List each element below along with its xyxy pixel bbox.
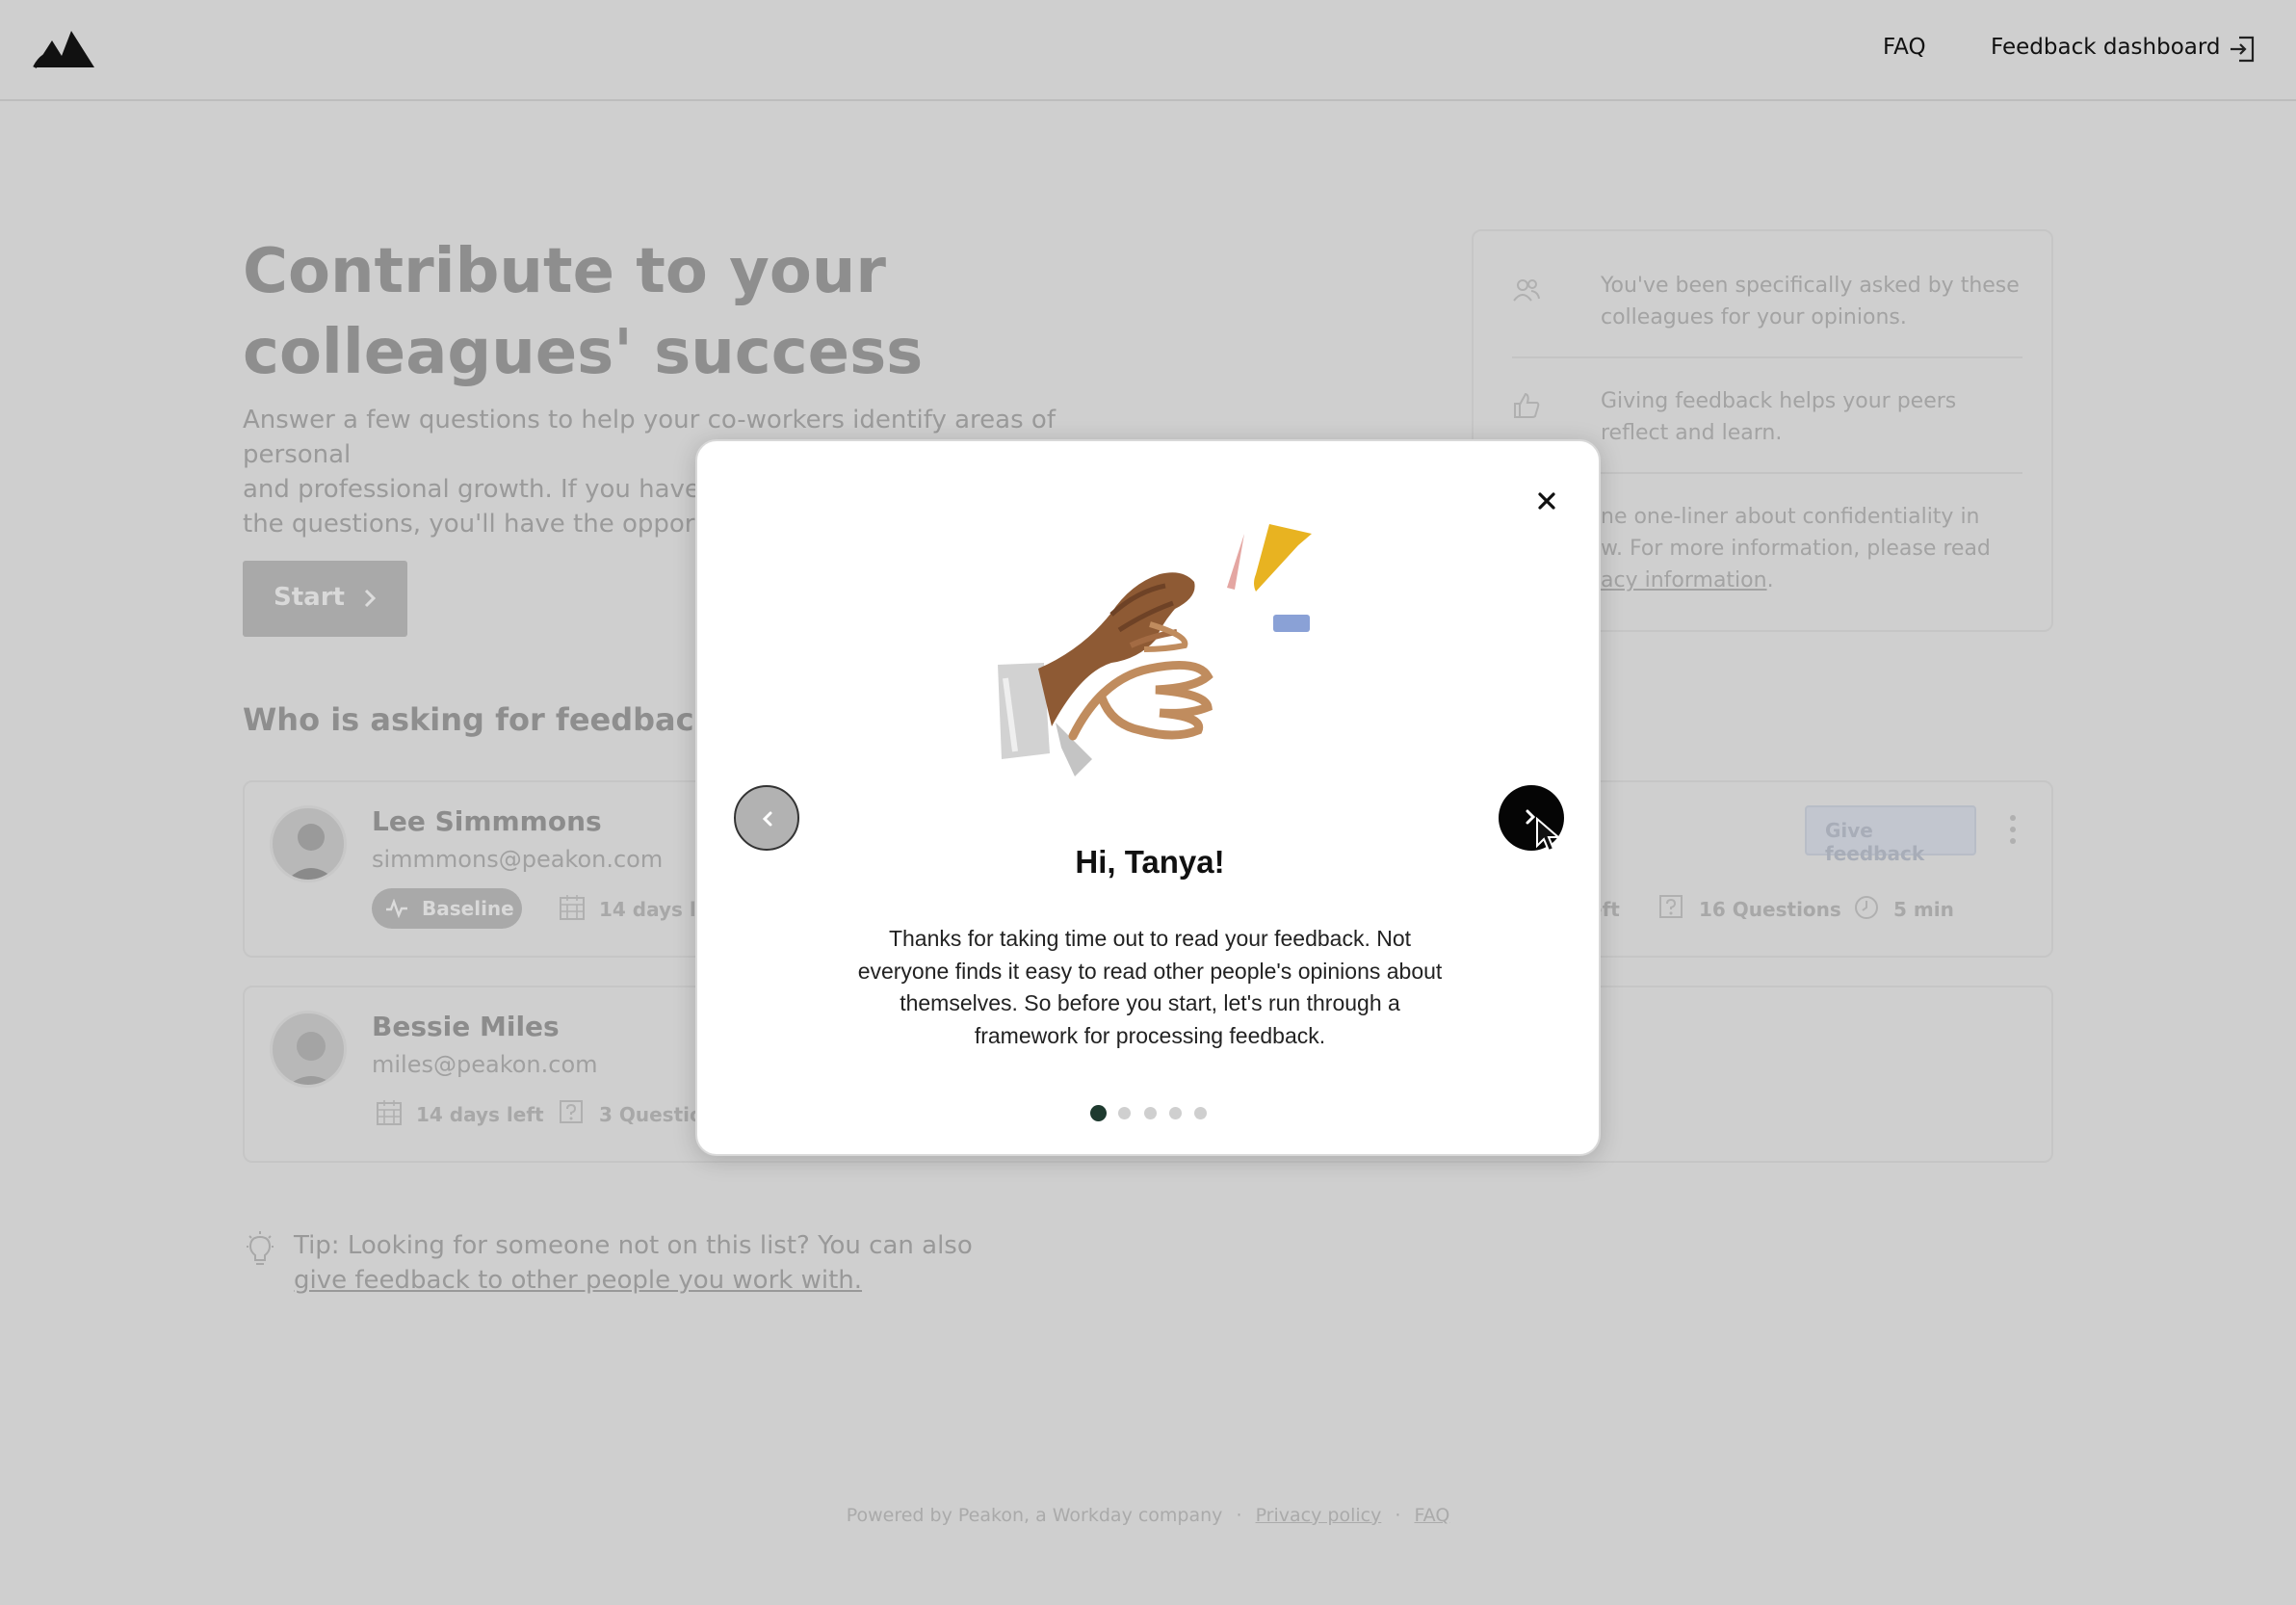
sign-in-icon[interactable]: [2228, 35, 2257, 64]
peakon-logo-icon[interactable]: [33, 27, 96, 69]
info-text-asked: You've been specifically asked by these …: [1601, 274, 2020, 329]
avatar-photo-icon: [288, 1032, 334, 1085]
question-count: 16 Questions: [1699, 898, 1841, 921]
person-name: Lee Simmmons: [372, 805, 602, 837]
tip-text: Tip: Looking for someone not on this lis…: [294, 1231, 973, 1260]
chevron-left-icon: [762, 811, 772, 827]
hand-illustration: [998, 524, 1312, 776]
clock-icon: [1855, 896, 1878, 919]
person-email: miles@peakon.com: [372, 1051, 598, 1078]
people-icon: [1513, 279, 1540, 302]
tip: Tip: Looking for someone not on this lis…: [294, 1228, 1161, 1298]
confidentiality-line-2: w. For more information, please read: [1601, 537, 1991, 561]
avatar-photo-icon: [287, 824, 335, 880]
badge-label: Baseline: [422, 897, 514, 920]
tip-link[interactable]: give feedback to other people you work w…: [294, 1266, 862, 1295]
person-email: simmmons@peakon.com: [372, 846, 664, 873]
give-feedback-button[interactable]: Give feedback: [1805, 805, 1976, 865]
status-badge: Baseline: [372, 888, 522, 929]
onboarding-modal: Hi, Tanya! Thanks for taking time out to…: [695, 439, 1601, 1156]
footer-separator: ·: [1395, 1505, 1401, 1526]
start-button-label: Start: [274, 583, 345, 612]
start-button[interactable]: Start: [243, 561, 407, 637]
info-text-confidentiality: ne one-liner about confidentiality in w.…: [1601, 501, 2024, 596]
nav-faq-link[interactable]: FAQ: [1883, 35, 1926, 60]
footer: Powered by Peakon, a Workday company · P…: [0, 1505, 2296, 1526]
top-header: FAQ Feedback dashboard: [0, 0, 2296, 101]
days-left: 14 days left: [416, 1103, 544, 1126]
avatar: [270, 805, 347, 882]
question-icon: [560, 1100, 583, 1123]
nav-feedback-dashboard-link[interactable]: Feedback dashboard: [1991, 35, 2221, 60]
previous-slide-button[interactable]: [734, 785, 799, 851]
page-title: Contribute to your colleagues' success: [243, 236, 924, 388]
confidentiality-line-1: ne one-liner about confidentiality in: [1601, 505, 1980, 529]
calendar-icon: [377, 1100, 402, 1125]
modal-body-text: Thanks for taking time out to read your …: [857, 926, 1443, 1048]
slide-pagination: [1090, 1104, 1215, 1121]
pagination-dot-1[interactable]: [1090, 1105, 1107, 1121]
pagination-dot-3[interactable]: [1144, 1107, 1157, 1119]
pagination-dot-2[interactable]: [1118, 1107, 1131, 1119]
pagination-dot-4[interactable]: [1169, 1107, 1182, 1119]
confidentiality-suffix: .: [1766, 568, 1774, 592]
modal-title: Hi, Tanya!: [1075, 844, 1225, 880]
lightbulb-icon: [247, 1231, 274, 1265]
duration: 5 min: [1893, 898, 1954, 921]
avatar: [270, 1011, 347, 1088]
question-icon: [1659, 895, 1683, 918]
thumbs-up-icon: [1514, 392, 1540, 418]
chevron-right-icon: [364, 589, 377, 608]
section-title-who-is-asking: Who is asking for feedback in: [243, 701, 758, 738]
info-text-helps: Giving feedback helps your peers reflect…: [1601, 389, 1957, 445]
privacy-information-link[interactable]: acy information: [1601, 568, 1767, 592]
footer-separator: ·: [1236, 1505, 1242, 1526]
divider: [1512, 356, 2022, 358]
calendar-icon: [560, 895, 585, 920]
activity-icon: [386, 899, 407, 918]
close-icon[interactable]: [1531, 486, 1562, 516]
more-options-icon[interactable]: [2009, 813, 2017, 846]
person-name: Bessie Miles: [372, 1011, 560, 1042]
footer-faq-link[interactable]: FAQ: [1414, 1505, 1449, 1526]
footer-privacy-link[interactable]: Privacy policy: [1256, 1505, 1382, 1526]
footer-powered-by: Powered by Peakon, a Workday company: [846, 1505, 1223, 1526]
pagination-dot-5[interactable]: [1194, 1107, 1207, 1119]
